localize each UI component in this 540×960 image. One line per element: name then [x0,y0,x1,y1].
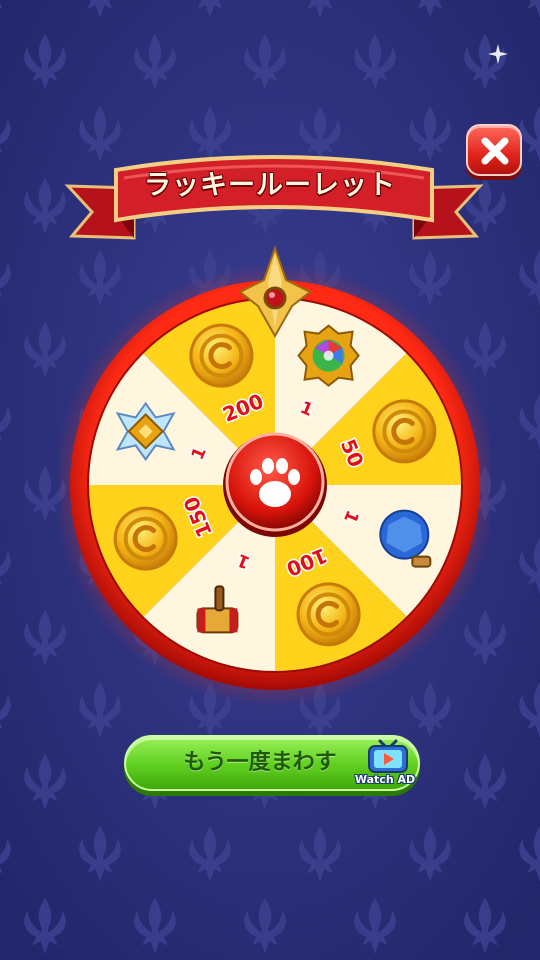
lucky-roulette-wheel[interactable]: 200 150110011501 [60,240,490,710]
page-title: ラッキールーレット [144,170,396,201]
coin-icon [296,582,361,647]
watch-ad-badge: Watch AD [354,773,416,786]
sparkle-icon [488,44,508,64]
spin-again-button[interactable]: もう一度まわす Watch AD [124,735,420,791]
coin-icon [189,323,254,388]
gem-icon [297,324,360,387]
spin-again-label: もう一度まわす [183,750,337,775]
coin-icon [372,399,437,464]
tv-icon [368,739,408,773]
coin-icon [113,506,178,571]
